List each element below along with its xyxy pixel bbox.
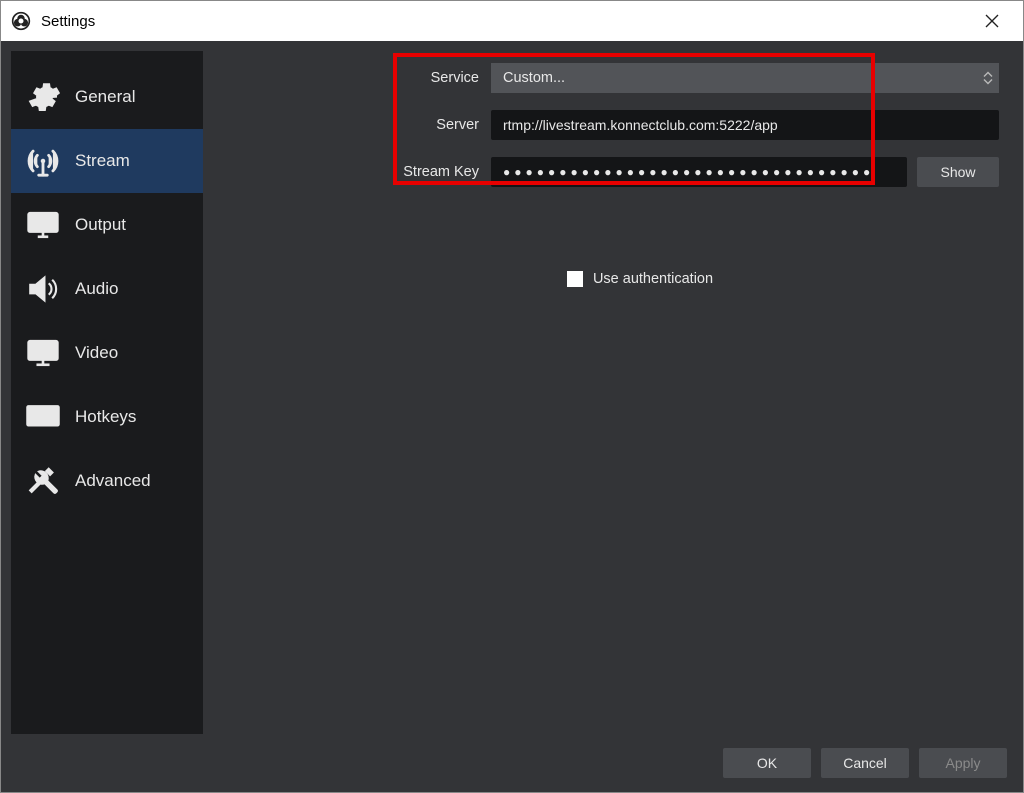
sidebar: General Stream: [11, 51, 203, 734]
streamkey-input[interactable]: ●●●●●●●●●●●●●●●●●●●●●●●●●●●●●●●●●: [491, 157, 907, 187]
keyboard-icon: [25, 399, 61, 435]
sidebar-item-label: Output: [75, 215, 126, 235]
sidebar-item-hotkeys[interactable]: Hotkeys: [11, 385, 203, 449]
speaker-icon: [25, 271, 61, 307]
service-label: Service: [401, 70, 491, 86]
auth-row: Use authentication: [203, 271, 999, 287]
service-select-value: Custom...: [503, 70, 565, 86]
sidebar-item-output[interactable]: Output: [11, 193, 203, 257]
gear-icon: [25, 79, 61, 115]
sidebar-item-label: Video: [75, 343, 118, 363]
sidebar-item-label: Advanced: [75, 471, 151, 491]
sidebar-item-label: Audio: [75, 279, 118, 299]
show-button[interactable]: Show: [917, 157, 999, 187]
monitor-icon: [25, 335, 61, 371]
auth-checkbox[interactable]: [567, 271, 583, 287]
main-panel: Service Custom... Server: [203, 51, 1013, 734]
settings-window: Settings General: [0, 0, 1024, 793]
service-row: Service Custom...: [203, 63, 999, 93]
window-title: Settings: [41, 13, 95, 30]
sidebar-item-video[interactable]: Video: [11, 321, 203, 385]
content-row: General Stream: [11, 51, 1013, 734]
tools-icon: [25, 463, 61, 499]
ok-button[interactable]: OK: [723, 748, 811, 778]
output-icon: [25, 207, 61, 243]
window-body: General Stream: [1, 41, 1023, 792]
chevron-updown-icon: [983, 72, 993, 85]
streamkey-label: Stream Key: [401, 164, 491, 180]
sidebar-item-stream[interactable]: Stream: [11, 129, 203, 193]
app-icon: [11, 11, 31, 31]
server-input[interactable]: [491, 110, 999, 140]
apply-button[interactable]: Apply: [919, 748, 1007, 778]
sidebar-item-advanced[interactable]: Advanced: [11, 449, 203, 513]
cancel-button[interactable]: Cancel: [821, 748, 909, 778]
server-row: Server: [203, 110, 999, 140]
sidebar-item-label: Hotkeys: [75, 407, 136, 427]
auth-label: Use authentication: [593, 271, 713, 287]
antenna-icon: [25, 143, 61, 179]
streamkey-row: Stream Key ●●●●●●●●●●●●●●●●●●●●●●●●●●●●●…: [203, 157, 999, 187]
titlebar: Settings: [1, 1, 1023, 41]
sidebar-item-label: Stream: [75, 151, 130, 171]
close-button[interactable]: [969, 5, 1015, 37]
sidebar-item-label: General: [75, 87, 135, 107]
sidebar-item-general[interactable]: General: [11, 65, 203, 129]
sidebar-item-audio[interactable]: Audio: [11, 257, 203, 321]
server-label: Server: [401, 117, 491, 133]
service-select[interactable]: Custom...: [491, 63, 999, 93]
footer: OK Cancel Apply: [11, 734, 1013, 782]
